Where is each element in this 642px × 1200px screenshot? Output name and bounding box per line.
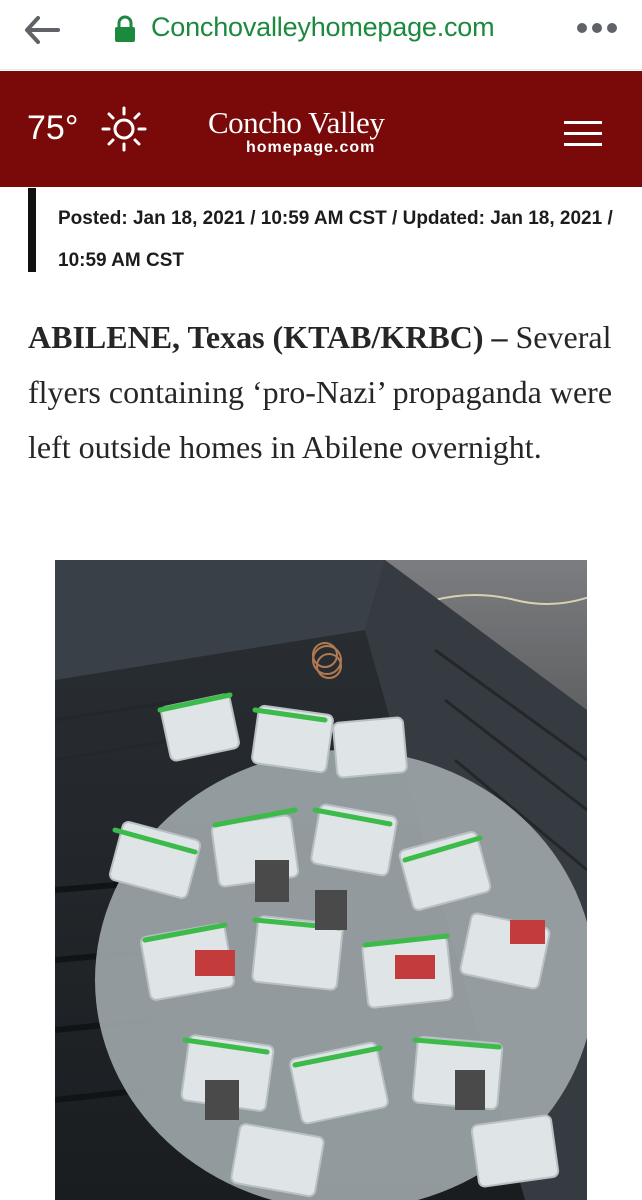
logo-sub-text: homepage.com [246,139,376,156]
lock-icon [115,15,135,42]
menu-icon[interactable] [564,121,604,147]
browser-url-bar: Conchovalleyhomepage.com [0,0,642,70]
url-text[interactable]: Conchovalleyhomepage.com [151,12,495,43]
article-body: ABILENE, Texas (KTAB/KRBC) – Several fly… [28,310,628,475]
temperature[interactable]: 75° [27,109,78,148]
site-header: 75° Concho Valley homepage.com [0,71,642,187]
article-photo[interactable] [55,560,587,1200]
more-options-icon[interactable] [576,20,618,36]
posted-accent-bar [28,188,36,272]
sun-icon[interactable] [100,105,148,153]
article-dateline: ABILENE, Texas (KTAB/KRBC) – [28,319,508,355]
site-logo[interactable]: Concho Valley homepage.com [208,105,438,161]
logo-main-text: Concho Valley [208,105,385,140]
back-arrow-icon[interactable] [22,14,62,46]
posted-date: Posted: Jan 18, 2021 / 10:59 AM CST / Up… [58,208,613,271]
